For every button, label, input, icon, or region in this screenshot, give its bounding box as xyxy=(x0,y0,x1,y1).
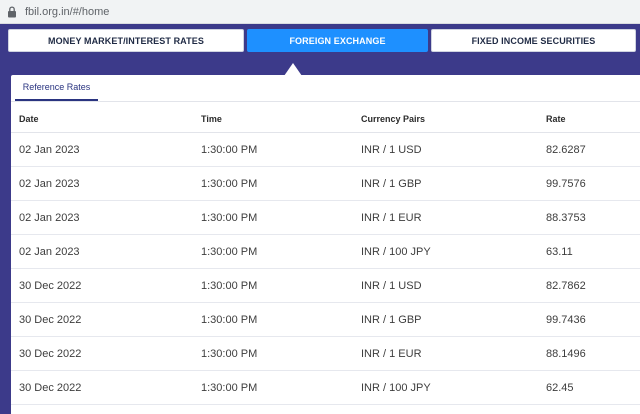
cell-time: 1:30:00 PM xyxy=(201,200,361,235)
cell-currency-pair: INR / 100 JPY xyxy=(361,234,546,269)
cell-date: 02 Jan 2023 xyxy=(11,234,201,269)
cell-time: 1:30:00 PM xyxy=(201,302,361,337)
cell-currency-pair: INR / 100 JPY xyxy=(361,370,546,405)
table-row: 30 Dec 2022 1:30:00 PM INR / 1 GBP 99.74… xyxy=(11,302,640,337)
cell-time: 1:30:00 PM xyxy=(201,336,361,371)
table-row: 30 Dec 2022 1:30:00 PM INR / 1 USD 82.78… xyxy=(11,268,640,303)
table-row: 02 Jan 2023 1:30:00 PM INR / 1 USD 82.62… xyxy=(11,132,640,167)
rates-panel: Reference Rates Date Time Currency Pairs… xyxy=(11,75,640,414)
column-header-date: Date xyxy=(11,105,201,133)
cell-currency-pair: INR / 1 GBP xyxy=(361,302,546,337)
lock-icon xyxy=(8,5,16,17)
cell-date: 02 Jan 2023 xyxy=(11,132,201,167)
column-header-rate: Rate xyxy=(546,105,640,133)
cell-time: 1:30:00 PM xyxy=(201,268,361,303)
nav-foreign-exchange-button[interactable]: FOREIGN EXCHANGE xyxy=(247,29,428,52)
page-body: MONEY MARKET/INTEREST RATES FOREIGN EXCH… xyxy=(0,24,640,414)
table-row: 02 Jan 2023 1:30:00 PM INR / 1 GBP 99.75… xyxy=(11,166,640,201)
column-header-time: Time xyxy=(201,105,361,133)
cell-date: 02 Jan 2023 xyxy=(11,200,201,235)
cell-date: 30 Dec 2022 xyxy=(11,336,201,371)
cell-rate: 99.7436 xyxy=(546,302,640,337)
cell-rate: 82.6287 xyxy=(546,132,640,167)
cell-time: 1:30:00 PM xyxy=(201,234,361,269)
panel-tabs: Reference Rates xyxy=(11,75,640,102)
nav-fixed-income-button[interactable]: FIXED INCOME SECURITIES xyxy=(431,29,636,52)
table-row: 30 Dec 2022 1:30:00 PM INR / 100 JPY 62.… xyxy=(11,370,640,405)
browser-address-bar[interactable]: fbil.org.in/#/home xyxy=(0,0,640,24)
cell-date: 02 Jan 2023 xyxy=(11,166,201,201)
cell-rate: 82.7862 xyxy=(546,268,640,303)
cell-date: 30 Dec 2022 xyxy=(11,302,201,337)
cell-currency-pair: INR / 1 EUR xyxy=(361,200,546,235)
cell-time: 1:30:00 PM xyxy=(201,132,361,167)
rates-table: Date Time Currency Pairs Rate 02 Jan 202… xyxy=(11,105,640,405)
table-row: 02 Jan 2023 1:30:00 PM INR / 1 EUR 88.37… xyxy=(11,200,640,235)
cell-rate: 62.45 xyxy=(546,370,640,405)
cell-time: 1:30:00 PM xyxy=(201,370,361,405)
cell-date: 30 Dec 2022 xyxy=(11,370,201,405)
column-header-currency-pairs: Currency Pairs xyxy=(361,105,546,133)
table-row: 30 Dec 2022 1:30:00 PM INR / 1 EUR 88.14… xyxy=(11,336,640,371)
cell-currency-pair: INR / 1 GBP xyxy=(361,166,546,201)
cell-rate: 63.11 xyxy=(546,234,640,269)
nav-money-market-button[interactable]: MONEY MARKET/INTEREST RATES xyxy=(8,29,244,52)
cell-rate: 99.7576 xyxy=(546,166,640,201)
cell-date: 30 Dec 2022 xyxy=(11,268,201,303)
cell-rate: 88.1496 xyxy=(546,336,640,371)
table-header-row: Date Time Currency Pairs Rate xyxy=(11,105,640,133)
cell-rate: 88.3753 xyxy=(546,200,640,235)
table-row: 02 Jan 2023 1:30:00 PM INR / 100 JPY 63.… xyxy=(11,234,640,269)
cell-time: 1:30:00 PM xyxy=(201,166,361,201)
address-url[interactable]: fbil.org.in/#/home xyxy=(25,6,109,18)
tab-reference-rates[interactable]: Reference Rates xyxy=(15,75,98,101)
cell-currency-pair: INR / 1 USD xyxy=(361,268,546,303)
cell-currency-pair: INR / 1 EUR xyxy=(361,336,546,371)
cell-currency-pair: INR / 1 USD xyxy=(361,132,546,167)
